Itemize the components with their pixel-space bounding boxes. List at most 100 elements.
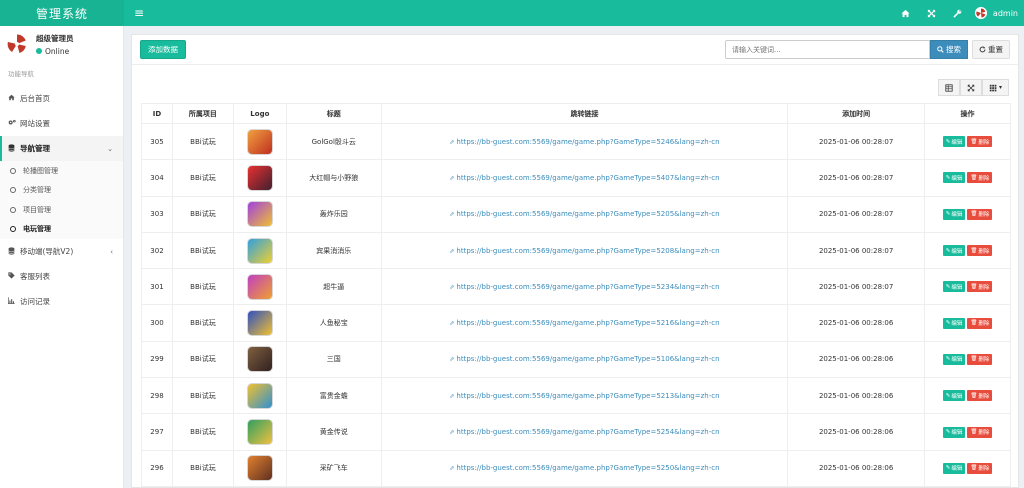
trash-icon: 🗑: [970, 211, 978, 218]
delete-button[interactable]: 🗑 删除: [967, 426, 993, 438]
admin-menu[interactable]: admin: [971, 7, 1018, 19]
game-logo-image[interactable]: [246, 237, 273, 264]
header-link[interactable]: 跳转链接: [380, 103, 789, 124]
cell-time: 2025-01-06 00:28:07: [787, 195, 926, 233]
sidebar-subitem-carousel[interactable]: 轮播图管理: [0, 161, 123, 181]
cell-operation: ✎ 编辑 🗑 删除: [924, 304, 1011, 342]
delete-button[interactable]: 🗑 删除: [967, 245, 993, 257]
delete-button[interactable]: 🗑 删除: [967, 208, 993, 220]
menu-toggle-icon[interactable]: ≡: [128, 0, 150, 26]
cell-link: ⇗ https://bb-guest.com:5569/game/game.php…: [380, 304, 789, 342]
jump-link[interactable]: ⇗ https://bb-guest.com:5569/game/game.php…: [449, 392, 719, 400]
trash-icon: 🗑: [970, 247, 978, 254]
jump-link[interactable]: ⇗ https://bb-guest.com:5569/game/game.php…: [449, 355, 719, 363]
search-input[interactable]: [725, 40, 930, 59]
search-button[interactable]: 搜索: [930, 40, 968, 59]
cell-project: BBi试玩: [171, 231, 234, 270]
jump-link[interactable]: ⇗ https://bb-guest.com:5569/game/game.php…: [449, 428, 719, 436]
sidebar-item-site-settings[interactable]: 网站设置: [0, 111, 123, 136]
game-logo-image[interactable]: [246, 455, 273, 482]
game-logo-image[interactable]: [246, 382, 273, 409]
jump-link[interactable]: ⇗ https://bb-guest.com:5569/game/game.php…: [449, 319, 719, 327]
sidebar-item-label: 访问记录: [20, 297, 50, 306]
edit-button[interactable]: ✎ 编辑: [942, 462, 966, 474]
columns-dropdown-button[interactable]: ▾: [982, 79, 1009, 96]
header-title[interactable]: 标题: [285, 103, 382, 124]
edit-button[interactable]: ✎ 编辑: [942, 390, 966, 402]
cell-time: 2025-01-06 00:28:07: [787, 159, 926, 197]
edit-button[interactable]: ✎ 编辑: [942, 317, 966, 329]
trash-icon: 🗑: [970, 174, 978, 181]
jump-link-text: https://bb-guest.com:5569/game/game.php?…: [456, 246, 720, 255]
table-row: 296 BBi试玩 采矿飞车 ⇗ https://bb-guest.com:5569/g…: [141, 449, 1011, 487]
edit-button[interactable]: ✎ 编辑: [942, 208, 966, 220]
sidebar-subitem-label: 轮播图管理: [23, 166, 58, 175]
sidebar-item-dashboard[interactable]: 后台首页: [0, 86, 123, 111]
chevron-left-icon: ‹: [110, 247, 113, 256]
home-icon[interactable]: [893, 0, 919, 26]
cell-operation: ✎ 编辑 🗑 删除: [924, 340, 1011, 379]
edit-button[interactable]: ✎ 编辑: [942, 426, 966, 438]
reset-button[interactable]: 重置: [972, 40, 1010, 59]
edit-button[interactable]: ✎ 编辑: [942, 172, 966, 184]
delete-button[interactable]: 🗑 删除: [967, 353, 993, 365]
jump-link[interactable]: ⇗ https://bb-guest.com:5569/game/game.php…: [449, 138, 719, 146]
delete-button[interactable]: 🗑 删除: [967, 136, 993, 148]
header-id[interactable]: ID: [141, 103, 173, 124]
game-logo-image[interactable]: [246, 128, 273, 155]
header-time[interactable]: 添加时间: [787, 103, 926, 124]
delete-button[interactable]: 🗑 删除: [967, 172, 993, 184]
jump-link[interactable]: ⇗ https://bb-guest.com:5569/game/game.php…: [449, 247, 719, 255]
table-row: 300 BBi试玩 人鱼秘宝 ⇗ https://bb-guest.com:5569/g…: [141, 304, 1011, 342]
game-logo-image[interactable]: [246, 201, 273, 228]
sidebar-subitem-project[interactable]: 项目管理: [0, 200, 123, 220]
add-data-button[interactable]: 添加数据: [140, 40, 186, 59]
sidebar-item-nav-management[interactable]: 导航管理 ⌄: [0, 136, 123, 161]
edit-button-label: 编辑: [951, 430, 963, 437]
brand-title[interactable]: 管理系统: [0, 0, 124, 26]
fullscreen-button[interactable]: [960, 79, 982, 96]
circle-icon: [10, 167, 16, 174]
header-logo[interactable]: Logo: [232, 103, 287, 124]
delete-button[interactable]: 🗑 删除: [967, 281, 993, 293]
edit-button-label: 编辑: [951, 139, 963, 146]
delete-button-label: 删除: [978, 175, 990, 182]
jump-link[interactable]: ⇗ https://bb-guest.com:5569/game/game.php…: [449, 283, 719, 291]
cell-title: 人鱼秘宝: [285, 304, 382, 342]
edit-icon: ✎: [945, 247, 951, 254]
edit-button[interactable]: ✎ 编辑: [942, 353, 966, 365]
game-logo-image[interactable]: [246, 164, 273, 191]
trash-icon: 🗑: [970, 356, 978, 363]
delete-button[interactable]: 🗑 删除: [967, 462, 993, 474]
sidebar-item-mobile-nav[interactable]: 移动端(导航V2) ‹: [0, 239, 123, 264]
cell-project: BBi试玩: [171, 195, 234, 233]
delete-button[interactable]: 🗑 删除: [967, 317, 993, 329]
edit-button[interactable]: ✎ 编辑: [942, 245, 966, 257]
cell-title: 三国: [285, 340, 382, 379]
game-logo-image[interactable]: [246, 310, 273, 337]
reset-button-label: 重置: [988, 45, 1003, 54]
fullscreen-icon[interactable]: [919, 0, 945, 26]
sidebar-subitem-games[interactable]: 电玩管理: [0, 219, 123, 239]
delete-button-label: 删除: [978, 284, 990, 291]
sidebar-item-customer-service[interactable]: 客服列表: [0, 264, 123, 289]
game-logo-image[interactable]: [246, 419, 273, 446]
toolbar: 添加数据 搜索 重置: [132, 35, 1018, 65]
delete-button[interactable]: 🗑 删除: [967, 390, 993, 402]
cell-operation: ✎ 编辑 🗑 删除: [924, 449, 1011, 487]
game-logo-image[interactable]: [246, 346, 273, 373]
toggle-view-button[interactable]: [938, 79, 960, 96]
jump-link-text: https://bb-guest.com:5569/game/game.php?…: [456, 210, 720, 219]
jump-link-text: https://bb-guest.com:5569/game/game.php?…: [456, 391, 720, 400]
edit-button[interactable]: ✎ 编辑: [942, 136, 966, 148]
jump-link[interactable]: ⇗ https://bb-guest.com:5569/game/game.php…: [449, 174, 719, 182]
table-row: 299 BBi试玩 三国 ⇗ https://bb-guest.com:5569/gam…: [141, 340, 1011, 379]
game-logo-image[interactable]: [246, 273, 273, 300]
sidebar-subitem-category[interactable]: 分类管理: [0, 180, 123, 200]
jump-link[interactable]: ⇗ https://bb-guest.com:5569/game/game.php…: [449, 210, 719, 218]
sidebar-item-access-log[interactable]: 访问记录: [0, 289, 123, 314]
wrench-icon[interactable]: [945, 0, 971, 26]
edit-button[interactable]: ✎ 编辑: [942, 281, 966, 293]
jump-link[interactable]: ⇗ https://bb-guest.com:5569/game/game.php…: [449, 464, 719, 472]
header-project[interactable]: 所属项目: [171, 103, 234, 124]
